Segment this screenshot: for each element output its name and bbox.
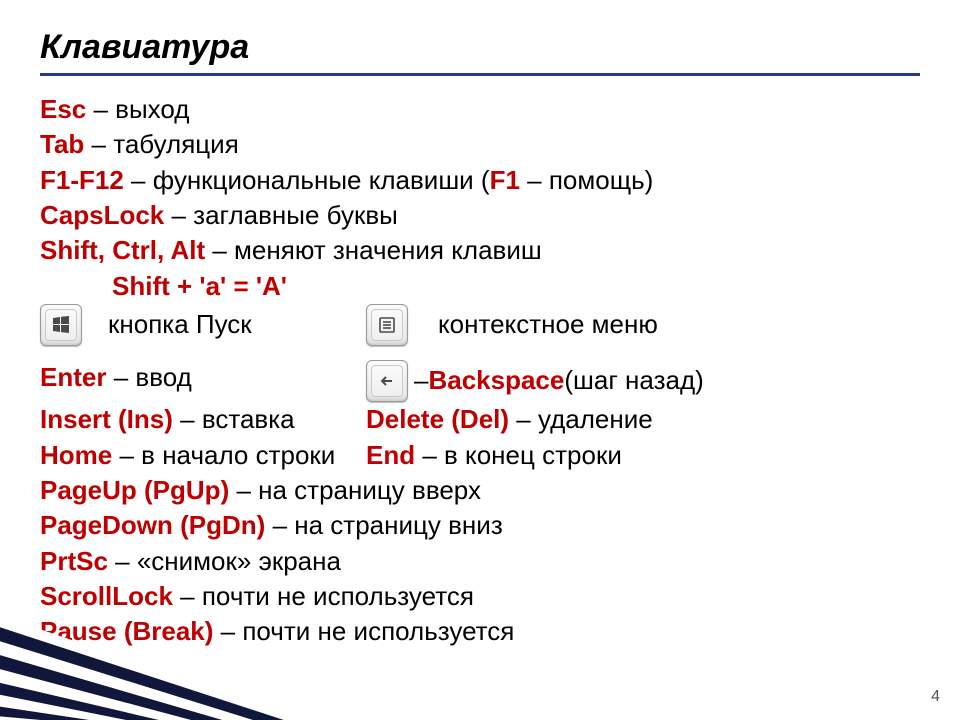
dash-backspace: –	[414, 363, 428, 398]
desc-prtsc: – «снимок» экрана	[108, 546, 341, 576]
key-esc: Esc	[40, 94, 86, 124]
context-menu-key-icon	[366, 304, 408, 346]
key-capslock: CapsLock	[40, 200, 164, 230]
cell-home: Home – в начало строки	[40, 438, 366, 473]
key-enter: Enter	[40, 362, 106, 392]
line-shift-example: Shift + 'a' = 'A'	[40, 269, 920, 304]
line-tab: Tab – табуляция	[40, 127, 920, 162]
page-number: 4	[931, 688, 940, 706]
line-enter-backspace: Enter – ввод – Backspace (шаг назад)	[40, 360, 920, 402]
windows-key-icon	[40, 304, 82, 346]
desc-delete: – удаление	[509, 404, 653, 434]
title-rule	[40, 73, 920, 76]
slide-title: Клавиатура	[40, 28, 920, 67]
line-pagedown: PageDown (PgDn) – на страницу вниз	[40, 508, 920, 543]
desc-capslock: – заглавные буквы	[164, 200, 398, 230]
desc-pageup: – на страницу вверх	[229, 475, 481, 505]
key-end: End	[366, 440, 415, 470]
line-esc: Esc – выход	[40, 92, 920, 127]
key-insert: Insert (Ins)	[40, 404, 173, 434]
desc-enter: – ввод	[106, 362, 191, 392]
line-pause: Pause (Break) – почти не используется	[40, 614, 920, 649]
cell-backspace: – Backspace (шаг назад)	[366, 360, 920, 402]
key-backspace: Backspace	[428, 363, 564, 398]
desc-esc: – выход	[86, 94, 189, 124]
line-prtsc: PrtSc – «снимок» экрана	[40, 544, 920, 579]
desc-end: – в конец строки	[415, 440, 622, 470]
line-pageup: PageUp (PgUp) – на страницу вверх	[40, 473, 920, 508]
cell-delete: Delete (Del) – удаление	[366, 402, 920, 437]
winkey-cell: кнопка Пуск	[40, 304, 366, 346]
contextkey-cell: контекстное меню	[366, 304, 920, 346]
desc-contextkey: контекстное меню	[438, 307, 658, 342]
key-fkeys: F1-F12	[40, 165, 124, 195]
line-winkeys: кнопка Пуск контекстное меню	[40, 304, 920, 346]
line-fkeys: F1-F12 – функциональные клавиши (F1 – по…	[40, 163, 920, 198]
cell-enter: Enter – ввод	[40, 360, 366, 402]
line-scrolllock: ScrollLock – почти не используется	[40, 579, 920, 614]
slide-body: Esc – выход Tab – табуляция F1-F12 – фун…	[40, 92, 920, 650]
key-prtsc: PrtSc	[40, 546, 108, 576]
slide: Клавиатура Esc – выход Tab – табуляция F…	[0, 0, 960, 720]
desc-home: – в начало строки	[112, 440, 335, 470]
line-modifiers: Shift, Ctrl, Alt – меняют значения клави…	[40, 233, 920, 268]
key-pagedown: PageDown (PgDn)	[40, 510, 265, 540]
backspace-key-icon	[366, 360, 408, 402]
line-capslock: CapsLock – заглавные буквы	[40, 198, 920, 233]
cell-end: End – в конец строки	[366, 438, 920, 473]
desc-insert: – вставка	[173, 404, 295, 434]
line-home-end: Home – в начало строки End – в конец стр…	[40, 438, 920, 473]
key-pageup: PageUp (PgUp)	[40, 475, 229, 505]
desc-pagedown: – на страницу вниз	[265, 510, 502, 540]
desc-tab: – табуляция	[84, 129, 238, 159]
desc-winkey: кнопка Пуск	[108, 307, 252, 342]
desc-backspace: (шаг назад)	[564, 363, 703, 398]
desc-scrolllock: – почти не используется	[173, 581, 474, 611]
key-f1: F1	[490, 165, 520, 195]
key-tab: Tab	[40, 129, 84, 159]
key-home: Home	[40, 440, 112, 470]
desc-modifiers: – меняют значения клавиш	[205, 235, 542, 265]
desc-fkeys-2: – помощь)	[520, 165, 653, 195]
key-scrolllock: ScrollLock	[40, 581, 173, 611]
key-pause: Pause (Break)	[40, 616, 213, 646]
line-ins-del: Insert (Ins) – вставка Delete (Del) – уд…	[40, 402, 920, 437]
desc-pause: – почти не используется	[213, 616, 514, 646]
key-modifiers: Shift, Ctrl, Alt	[40, 235, 205, 265]
shift-example: Shift + 'a' = 'A'	[112, 271, 287, 301]
desc-fkeys-1: – функциональные клавиши (	[124, 165, 490, 195]
cell-insert: Insert (Ins) – вставка	[40, 402, 366, 437]
key-delete: Delete (Del)	[366, 404, 509, 434]
